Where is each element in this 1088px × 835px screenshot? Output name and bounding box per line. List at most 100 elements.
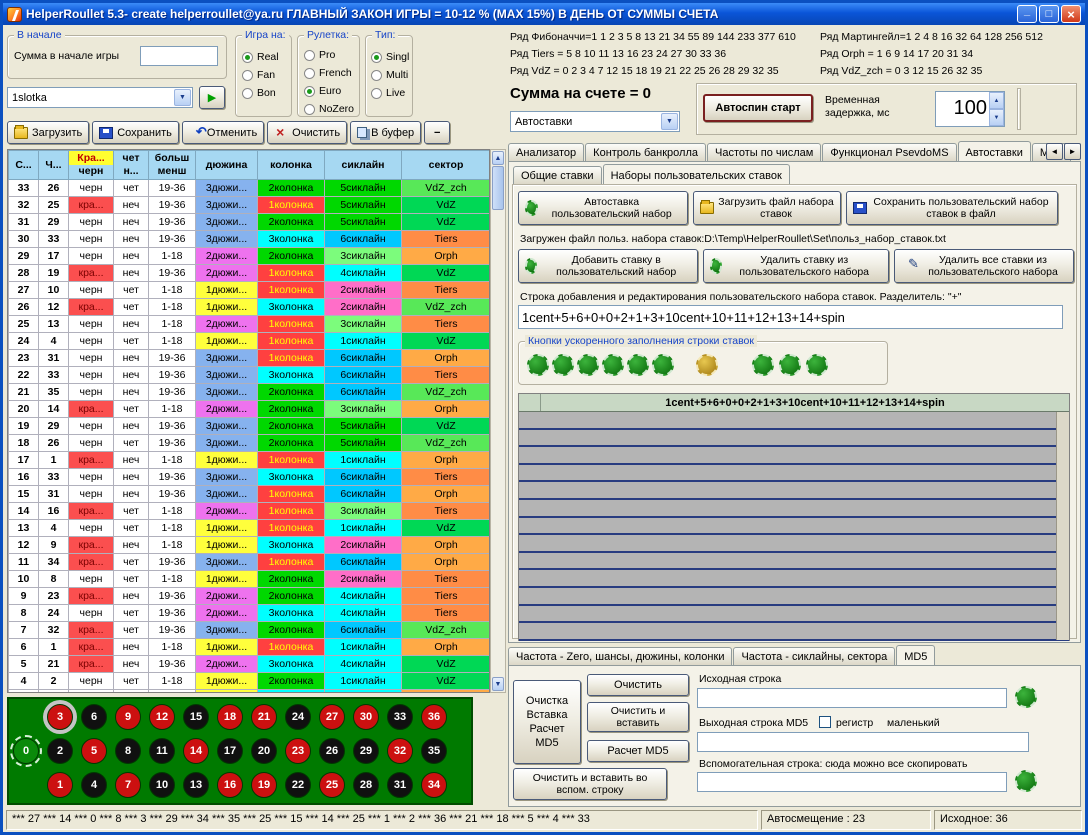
radio-nozero[interactable]: NoZero <box>304 100 354 118</box>
table-row[interactable]: 3033черннеч19-363дюжи...3колонка6сиклайн… <box>9 231 491 248</box>
table-row[interactable]: 732кра...чет19-363дюжи...2колонка6сиклай… <box>9 622 491 639</box>
scrollbar-thumb[interactable] <box>492 166 504 210</box>
board-number-9[interactable]: 9 <box>115 704 141 730</box>
board-number-27[interactable]: 27 <box>319 704 345 730</box>
clear-paste-helper-button[interactable]: Очистить и вставить во вспом. строку <box>513 768 667 800</box>
table-row[interactable]: 2612кра...чет1-181дюжи...3колонка2сиклай… <box>9 299 491 316</box>
radio-french[interactable]: French <box>304 64 354 82</box>
main-tab[interactable]: Контроль банкролла <box>585 143 706 161</box>
column-header[interactable]: дюжина <box>196 151 258 180</box>
table-row[interactable]: 42чернчет1-181дюжи...2колонка1сиклайнVdZ <box>9 673 491 690</box>
bets-list-row[interactable] <box>519 570 1069 588</box>
quick-chip-button-1[interactable] <box>527 354 549 376</box>
table-row[interactable]: 61кра...неч1-181дюжи...1колонка1сиклайнO… <box>9 639 491 656</box>
radio-multi[interactable]: Multi <box>371 66 409 84</box>
toolbar-open-folder-button[interactable]: Загрузить <box>7 121 89 144</box>
board-number-8[interactable]: 8 <box>115 738 141 764</box>
autobet-button[interactable]: Загрузить файл набора ставок <box>693 191 841 225</box>
toolbar-minus-button[interactable] <box>424 121 450 144</box>
quick-chip-button-3[interactable] <box>577 354 599 376</box>
table-row[interactable]: 1416кра...чет1-182дюжи...1колонка3сиклай… <box>9 503 491 520</box>
sub-tab[interactable]: Общие ставки <box>513 166 602 184</box>
autobet-button[interactable]: Сохранить пользовательский набор ставок … <box>846 191 1058 225</box>
spin-down-icon[interactable]: ▼ <box>989 109 1004 126</box>
board-number-34[interactable]: 34 <box>421 772 447 798</box>
board-number-6[interactable]: 6 <box>81 704 107 730</box>
board-number-20[interactable]: 20 <box>251 738 277 764</box>
column-header[interactable]: Ч... <box>39 151 69 180</box>
bets-list-scrollbar[interactable] <box>1056 412 1069 640</box>
radio-singl[interactable]: Singl <box>371 48 409 66</box>
table-row[interactable]: 3129черннеч19-363дюжи...2колонка5сиклайн… <box>9 214 491 231</box>
board-number-7[interactable]: 7 <box>115 772 141 798</box>
bets-list-row[interactable] <box>519 588 1069 606</box>
quick-chip-button-5[interactable] <box>627 354 649 376</box>
board-number-19[interactable]: 19 <box>251 772 277 798</box>
board-number-4[interactable]: 4 <box>81 772 107 798</box>
radio-fan[interactable]: Fan <box>242 66 279 84</box>
table-row[interactable]: 3225кра...неч19-363дюжи...1колонка5сикла… <box>9 197 491 214</box>
bets-list-row[interactable] <box>519 535 1069 553</box>
table-row[interactable]: 36чернчет1-181дюжи...3колонка1сиклайнOrp… <box>9 690 491 694</box>
table-row[interactable]: 3326чернчет19-363дюжи...2колонка5сиклайн… <box>9 180 491 197</box>
board-number-15[interactable]: 15 <box>183 704 209 730</box>
board-number-13[interactable]: 13 <box>183 772 209 798</box>
minimize-button[interactable] <box>1017 5 1037 23</box>
column-header[interactable]: большменш <box>149 151 196 180</box>
board-number-21[interactable]: 21 <box>251 704 277 730</box>
board-number-22[interactable]: 22 <box>285 772 311 798</box>
scroll-up-icon[interactable]: ▲ <box>492 151 504 165</box>
md5-output-input[interactable] <box>697 732 1029 752</box>
board-number-16[interactable]: 16 <box>217 772 243 798</box>
column-header[interactable]: сектор <box>402 151 491 180</box>
main-tab[interactable]: Автоставки <box>958 141 1031 161</box>
quick-chip-button-2[interactable] <box>552 354 574 376</box>
board-number-2[interactable]: 2 <box>47 738 73 764</box>
freq-tab[interactable]: MD5 <box>896 645 935 665</box>
freq-tab[interactable]: Частота - сиклайны, сектора <box>733 647 895 665</box>
title-bar[interactable]: HelperRoullet 5.3- create helperroullet@… <box>3 3 1085 25</box>
table-row[interactable]: 108чернчет1-181дюжи...2колонка2сиклайнTi… <box>9 571 491 588</box>
dropdown-arrow-icon[interactable] <box>174 89 191 106</box>
quick-chip-button-4[interactable] <box>602 354 624 376</box>
maximize-button[interactable] <box>1039 5 1059 23</box>
md5-source-chip-button[interactable] <box>1015 686 1037 708</box>
close-button[interactable] <box>1061 5 1081 23</box>
autospin-start-button[interactable]: Автоспин старт <box>703 94 813 122</box>
md5-source-input[interactable] <box>697 688 1007 708</box>
toolbar-save-disk-button[interactable]: Сохранить <box>92 121 179 144</box>
table-row[interactable]: 2233черннеч19-363дюжи...3колонка6сиклайн… <box>9 367 491 384</box>
autobet-button[interactable]: Удалить все ставки из пользовательского … <box>894 249 1074 283</box>
radio-pro[interactable]: Pro <box>304 46 354 64</box>
board-number-36[interactable]: 36 <box>421 704 447 730</box>
quick-chip-button-8[interactable] <box>752 354 774 376</box>
table-row[interactable]: 2513черннеч1-182дюжи...1колонка3сиклайнT… <box>9 316 491 333</box>
tabs-scroll-right-icon[interactable]: ► <box>1064 143 1081 160</box>
spin-up-icon[interactable]: ▲ <box>989 92 1004 109</box>
table-row[interactable]: 134чернчет1-181дюжи...1колонка1сиклайнVd… <box>9 520 491 537</box>
board-number-12[interactable]: 12 <box>149 704 175 730</box>
radio-live[interactable]: Live <box>371 84 409 102</box>
board-number-11[interactable]: 11 <box>149 738 175 764</box>
bets-list-row[interactable] <box>519 606 1069 624</box>
radio-euro[interactable]: Euro <box>304 82 354 100</box>
table-row[interactable]: 2819кра...неч19-362дюжи...1колонка4сикла… <box>9 265 491 282</box>
table-row[interactable]: 1531черннеч19-363дюжи...1колонка6сиклайн… <box>9 486 491 503</box>
board-number-5[interactable]: 5 <box>81 738 107 764</box>
helper-string-input[interactable] <box>697 772 1007 792</box>
board-number-29[interactable]: 29 <box>353 738 379 764</box>
bets-list-row[interactable] <box>519 447 1069 465</box>
table-row[interactable]: 2135черннеч19-363дюжи...2колонка6сиклайн… <box>9 384 491 401</box>
toolbar-clear-button[interactable]: Очистить <box>267 121 347 144</box>
quick-chip-button-9[interactable] <box>779 354 801 376</box>
board-number-30[interactable]: 30 <box>353 704 379 730</box>
table-row[interactable]: 1134кра...чет19-363дюжи...1колонка6сикла… <box>9 554 491 571</box>
radio-bon[interactable]: Bon <box>242 84 279 102</box>
dropdown-arrow-icon[interactable] <box>661 113 678 130</box>
md5-clear-button[interactable]: Очистить <box>587 674 689 696</box>
table-row[interactable]: 521кра...неч19-362дюжи...3колонка4сиклай… <box>9 656 491 673</box>
column-header[interactable]: С... <box>9 151 39 180</box>
board-number-31[interactable]: 31 <box>387 772 413 798</box>
board-number-24[interactable]: 24 <box>285 704 311 730</box>
board-number-32[interactable]: 32 <box>387 738 413 764</box>
